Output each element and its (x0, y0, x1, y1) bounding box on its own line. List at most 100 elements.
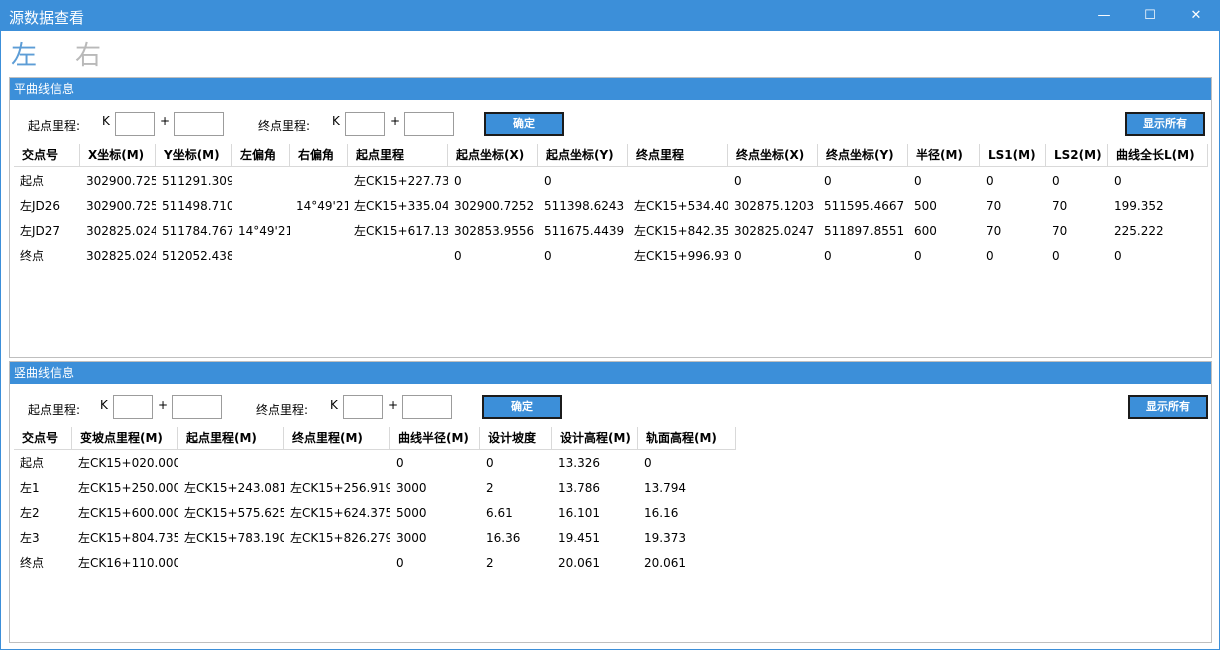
vertical-table-cell: 16.16 (644, 506, 679, 520)
close-button[interactable]: ✕ (1173, 1, 1219, 31)
vertical-table-row[interactable]: 左3 左CK15+804.735 左CK15+783.190 左CK15+826.27… (14, 526, 736, 551)
plane-confirm-button[interactable]: 确定 (484, 112, 564, 136)
plane-table-cell: 0 (824, 174, 832, 188)
plane-table-header: 交点号 X坐标(M) Y坐标(M) 左偏角 右偏角 起点里程 起点坐标(X) 起点坐标(Y) 终… (14, 144, 1208, 167)
plane-column-header[interactable]: 右偏角 (290, 144, 348, 166)
plane-start-k-label: K (102, 114, 110, 128)
plane-table-cell: 14°49'21 (238, 224, 290, 238)
title-bar[interactable]: 源数据查看 — ☐ ✕ (1, 1, 1219, 31)
plane-table-cell: 左CK15+842.354 (634, 224, 728, 238)
plane-table-cell: 0 (734, 174, 742, 188)
vertical-table-row[interactable]: 终点 左CK16+110.000 0 2 20.061 20.061 (14, 551, 736, 576)
vertical-table-cell: 19.451 (558, 531, 600, 545)
vertical-column-header[interactable]: 设计坡度 (480, 427, 552, 449)
plane-table-cell: 512052.438 (162, 249, 232, 263)
minimize-icon: — (1097, 8, 1111, 23)
plane-table-row[interactable]: 终点 302825.024 512052.438 0 0 左CK15+996.937 0 0 0… (14, 244, 1208, 269)
plane-table-cell (232, 244, 290, 269)
plane-start-offset-input[interactable] (174, 112, 224, 136)
plane-table-cell (290, 219, 348, 244)
vertical-table-cell: 13.794 (644, 481, 686, 495)
plane-column-header[interactable]: 终点里程 (628, 144, 728, 166)
plane-table-cell: 302825.0247 (734, 224, 815, 238)
plane-table-cell (290, 169, 348, 194)
vertical-end-k-label: K (330, 398, 338, 412)
plane-table-cell: 511675.4439 (544, 224, 625, 238)
vertical-start-offset-input[interactable] (172, 395, 222, 419)
vertical-column-header[interactable]: 终点里程(M) (284, 427, 390, 449)
plane-table-cell: 302900.7252 (454, 199, 535, 213)
plane-table-cell: 0 (544, 249, 552, 263)
plane-column-header[interactable]: 起点坐标(X) (448, 144, 538, 166)
vertical-column-header[interactable]: 曲线半径(M) (390, 427, 480, 449)
plane-start-k-input[interactable] (115, 112, 155, 136)
vertical-end-offset-input[interactable] (402, 395, 452, 419)
plane-table-cell (232, 169, 290, 194)
vertical-table-cell: 左CK15+600.000 (78, 506, 178, 520)
vertical-table-cell: 0 (486, 456, 494, 470)
plane-column-header[interactable]: 曲线全长L(M) (1108, 144, 1208, 166)
plane-start-plus-label: + (160, 114, 171, 128)
vertical-table-cell: 20.061 (558, 556, 600, 570)
vertical-start-k-label: K (100, 398, 108, 412)
vertical-table-cell: 左CK15+624.375 (290, 506, 390, 520)
vertical-curve-header: 竖曲线信息 (10, 362, 1211, 384)
plane-column-header[interactable]: Y坐标(M) (156, 144, 232, 166)
plane-column-header[interactable]: 终点坐标(Y) (818, 144, 908, 166)
plane-table-cell: 0 (1052, 249, 1060, 263)
plane-table-cell: 302875.1203 (734, 199, 815, 213)
plane-column-header[interactable]: LS1(M) (980, 144, 1046, 166)
vertical-table-cell: 左CK15+826.279 (290, 531, 390, 545)
plane-table-cell: 左JD26 (20, 199, 61, 213)
vertical-column-header[interactable]: 交点号 (14, 427, 72, 449)
plane-column-header[interactable]: 起点坐标(Y) (538, 144, 628, 166)
maximize-button[interactable]: ☐ (1127, 1, 1173, 31)
plane-table-cell: 左CK15+617.132 (354, 224, 448, 238)
app-window: 源数据查看 — ☐ ✕ 左线 右线 平曲线信息 起点里程: K + 终点里程: … (0, 0, 1220, 650)
plane-column-header[interactable]: 左偏角 (232, 144, 290, 166)
vertical-column-header[interactable]: 设计高程(M) (552, 427, 638, 449)
plane-table-row[interactable]: 起点 302900.725 511291.309 左CK15+227.734 0 0 0 0 0… (14, 169, 1208, 194)
vertical-column-header[interactable]: 轨面高程(M) (638, 427, 736, 449)
plane-column-header[interactable]: LS2(M) (1046, 144, 1108, 166)
plane-table-cell: 0 (1052, 174, 1060, 188)
plane-end-offset-input[interactable] (404, 112, 454, 136)
plane-table-row[interactable]: 左JD26 302900.725 511498.710 14°49'21 左CK15+3… (14, 194, 1208, 219)
plane-column-header[interactable]: X坐标(M) (80, 144, 156, 166)
plane-table-cell: 302853.9556 (454, 224, 535, 238)
vertical-table-row[interactable]: 起点 左CK15+020.000 0 0 13.326 0 (14, 451, 736, 476)
vertical-start-k-input[interactable] (113, 395, 153, 419)
plane-show-all-button[interactable]: 显示所有 (1125, 112, 1205, 136)
vertical-end-mileage-label: 终点里程: (256, 403, 309, 417)
vertical-column-header[interactable]: 变坡点里程(M) (72, 427, 178, 449)
plane-column-header[interactable]: 终点坐标(X) (728, 144, 818, 166)
vertical-table-cell: 左CK15+804.735 (78, 531, 178, 545)
plane-table-row[interactable]: 左JD27 302825.024 511784.767 14°49'21 左CK15+6… (14, 219, 1208, 244)
vertical-start-mileage-label: 起点里程: (28, 403, 81, 417)
vertical-table-row[interactable]: 左1 左CK15+250.000 左CK15+243.081 左CK15+256.91… (14, 476, 736, 501)
vertical-end-k-input[interactable] (343, 395, 383, 419)
plane-table-cell: 511291.309 (162, 174, 232, 188)
vertical-column-header[interactable]: 起点里程(M) (178, 427, 284, 449)
plane-table-cell: 0 (824, 249, 832, 263)
plane-end-k-input[interactable] (345, 112, 385, 136)
vertical-table-row[interactable]: 左2 左CK15+600.000 左CK15+575.625 左CK15+624.37… (14, 501, 736, 526)
plane-end-k-label: K (332, 114, 340, 128)
vertical-show-all-button[interactable]: 显示所有 (1128, 395, 1208, 419)
plane-column-header[interactable]: 交点号 (14, 144, 80, 166)
plane-column-header[interactable]: 起点里程 (348, 144, 448, 166)
minimize-button[interactable]: — (1081, 1, 1127, 31)
plane-table-cell: 0 (454, 174, 462, 188)
plane-table-cell: 302825.024 (86, 249, 156, 263)
plane-column-header[interactable]: 半径(M) (908, 144, 980, 166)
plane-curve-header: 平曲线信息 (10, 78, 1211, 100)
plane-table-cell: 14°49'21 (296, 199, 348, 213)
plane-table-cell: 70 (986, 224, 1002, 238)
vertical-table-cell (284, 451, 390, 476)
vertical-table-cell: 左CK16+110.000 (78, 556, 178, 570)
plane-table-cell: 70 (986, 199, 1002, 213)
plane-table-cell: 0 (914, 249, 922, 263)
plane-table-cell: 左CK15+227.734 (354, 174, 448, 188)
vertical-confirm-button[interactable]: 确定 (482, 395, 562, 419)
plane-table-cell: 302900.725 (86, 174, 156, 188)
